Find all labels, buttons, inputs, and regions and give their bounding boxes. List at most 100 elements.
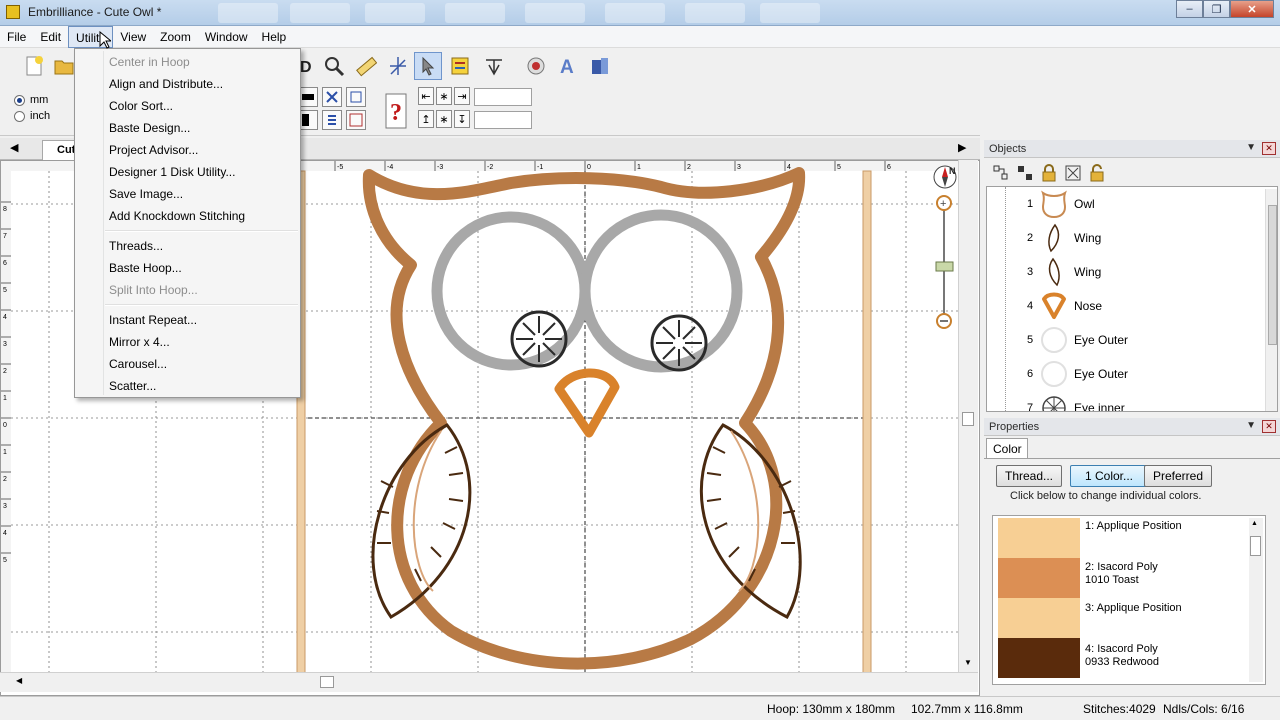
fill-half-icon[interactable] xyxy=(298,110,318,130)
color-swatch-4[interactable] xyxy=(998,638,1080,678)
menu-carousel[interactable]: Carousel... xyxy=(75,353,300,375)
object-row-eye-inner[interactable]: 7 Eye inner xyxy=(987,391,1263,411)
object-row-owl[interactable]: 1 Owl xyxy=(987,187,1263,221)
ruler-tick-label: 0 xyxy=(587,164,591,171)
send-to-machine-icon[interactable] xyxy=(586,52,614,80)
unit-inch-option[interactable]: inch xyxy=(14,110,50,122)
taskbar-ghost xyxy=(760,3,820,23)
taskbar-ghost xyxy=(218,3,278,23)
menu-zoom[interactable]: Zoom xyxy=(153,26,198,48)
close-button[interactable]: ✕ xyxy=(1230,0,1274,18)
properties-tabs: Color xyxy=(984,436,1280,458)
menu-designer1-disk-utility[interactable]: Designer 1 Disk Utility... xyxy=(75,161,300,183)
text-tool-icon[interactable]: A xyxy=(554,52,582,80)
edit-points-icon[interactable] xyxy=(480,52,508,80)
tab-scroll-right-icon[interactable]: ▶ xyxy=(958,141,966,154)
color-list-scrollbar[interactable]: ▲ xyxy=(1249,518,1263,682)
menu-scatter[interactable]: Scatter... xyxy=(75,375,300,397)
color-swatch-2[interactable] xyxy=(998,558,1080,598)
expand-tree-icon[interactable] xyxy=(992,164,1010,182)
hide-object-icon[interactable] xyxy=(1064,164,1082,182)
one-color-button[interactable]: 1 Color... xyxy=(1070,465,1148,487)
canvas-vertical-scrollbar[interactable]: ▼ xyxy=(958,160,978,676)
space-right-icon[interactable]: ⇥ xyxy=(454,87,470,105)
menu-align-distribute[interactable]: Align and Distribute... xyxy=(75,73,300,95)
list-order-icon[interactable] xyxy=(322,110,342,130)
select-pointer-icon[interactable] xyxy=(414,52,442,80)
owl-nose[interactable] xyxy=(554,368,620,438)
grid-dots-icon[interactable] xyxy=(346,110,366,130)
right-eye-inner[interactable] xyxy=(650,314,708,372)
right-eye-outer[interactable] xyxy=(579,209,743,373)
taskbar-ghost xyxy=(605,3,665,23)
color-swatch-3[interactable] xyxy=(998,598,1080,638)
svg-text:?: ? xyxy=(390,100,402,126)
space-center-h-icon[interactable]: ∗ xyxy=(436,87,452,105)
hoop-size-status: Hoop: 130mm x 180mm xyxy=(767,702,896,716)
menu-instant-repeat[interactable]: Instant Repeat... xyxy=(75,309,300,331)
vertical-spacing-field[interactable] xyxy=(474,111,532,129)
new-file-icon[interactable] xyxy=(20,52,48,80)
pin-icon[interactable]: ▼ xyxy=(1246,420,1256,431)
lock-icon[interactable] xyxy=(1040,164,1058,182)
object-row-eye-outer-1[interactable]: 5 Eye Outer xyxy=(987,323,1263,357)
magnifier-icon[interactable] xyxy=(320,52,348,80)
canvas-horizontal-scrollbar[interactable]: ◀ xyxy=(0,672,978,692)
ruler-tick-label: -5 xyxy=(337,164,343,171)
menu-add-knockdown[interactable]: Add Knockdown Stitching xyxy=(75,205,300,227)
menu-mirror-x4[interactable]: Mirror x 4... xyxy=(75,331,300,353)
objects-scrollbar[interactable] xyxy=(1265,189,1277,411)
pin-icon[interactable]: ▼ xyxy=(1246,142,1256,153)
compass-icon[interactable]: N xyxy=(933,165,957,189)
menu-window[interactable]: Window xyxy=(198,26,255,48)
menu-threads[interactable]: Threads... xyxy=(75,235,300,257)
left-eye-inner[interactable] xyxy=(510,310,568,368)
unlock-icon[interactable] xyxy=(1088,164,1106,182)
align-grid-icon[interactable] xyxy=(346,87,366,107)
thread-button[interactable]: Thread... xyxy=(996,465,1062,487)
menu-color-sort[interactable]: Color Sort... xyxy=(75,95,300,117)
taskbar-ghost xyxy=(685,3,745,23)
fill-black-icon[interactable] xyxy=(298,87,318,107)
eye-outer-icon xyxy=(1041,361,1067,387)
minimize-button[interactable]: – xyxy=(1176,0,1203,18)
eye-outer-icon xyxy=(1041,327,1067,353)
menu-project-advisor[interactable]: Project Advisor... xyxy=(75,139,300,161)
tab-scroll-left-icon[interactable]: ◀ xyxy=(10,141,18,154)
applique-icon[interactable] xyxy=(522,52,550,80)
menu-help[interactable]: Help xyxy=(255,26,294,48)
ruler-icon[interactable] xyxy=(352,52,380,80)
unit-inch-radio[interactable] xyxy=(14,110,25,122)
help-question-icon[interactable]: ? xyxy=(382,88,410,132)
preferred-button[interactable]: Preferred xyxy=(1144,465,1212,487)
menu-baste-hoop[interactable]: Baste Hoop... xyxy=(75,257,300,279)
menu-view[interactable]: View xyxy=(113,26,153,48)
space-center-v-icon[interactable]: ∗ xyxy=(436,110,452,128)
menu-baste-design[interactable]: Baste Design... xyxy=(75,117,300,139)
color-swatch-1[interactable] xyxy=(998,518,1080,558)
object-row-wing-1[interactable]: 2 Wing xyxy=(987,221,1263,255)
menu-edit[interactable]: Edit xyxy=(33,26,68,48)
close-panel-icon[interactable]: ✕ xyxy=(1262,420,1276,433)
ruler-tick-label: 3 xyxy=(3,503,7,510)
fit-arrows-icon[interactable] xyxy=(322,87,342,107)
restore-button[interactable]: ❐ xyxy=(1203,0,1230,18)
stitch-player-icon[interactable] xyxy=(384,52,412,80)
tab-color[interactable]: Color xyxy=(986,438,1028,458)
collapse-tree-icon[interactable] xyxy=(1016,164,1034,182)
space-bottom-icon[interactable]: ↧ xyxy=(454,110,470,128)
zoom-slider-thumb[interactable] xyxy=(935,261,954,272)
menu-save-image[interactable]: Save Image... xyxy=(75,183,300,205)
close-panel-icon[interactable]: ✕ xyxy=(1262,142,1276,155)
space-top-icon[interactable]: ↥ xyxy=(418,110,434,128)
object-row-wing-2[interactable]: 3 Wing xyxy=(987,255,1263,289)
menu-file[interactable]: File xyxy=(0,26,33,48)
unit-mm-option[interactable]: mm xyxy=(14,94,48,106)
properties-icon[interactable] xyxy=(446,52,474,80)
object-row-eye-outer-2[interactable]: 6 Eye Outer xyxy=(987,357,1263,391)
space-left-icon[interactable]: ⇤ xyxy=(418,87,434,105)
svg-text:A: A xyxy=(560,57,574,77)
unit-mm-radio[interactable] xyxy=(14,94,25,106)
horizontal-spacing-field[interactable] xyxy=(474,88,532,106)
object-row-nose[interactable]: 4 Nose xyxy=(987,289,1263,323)
